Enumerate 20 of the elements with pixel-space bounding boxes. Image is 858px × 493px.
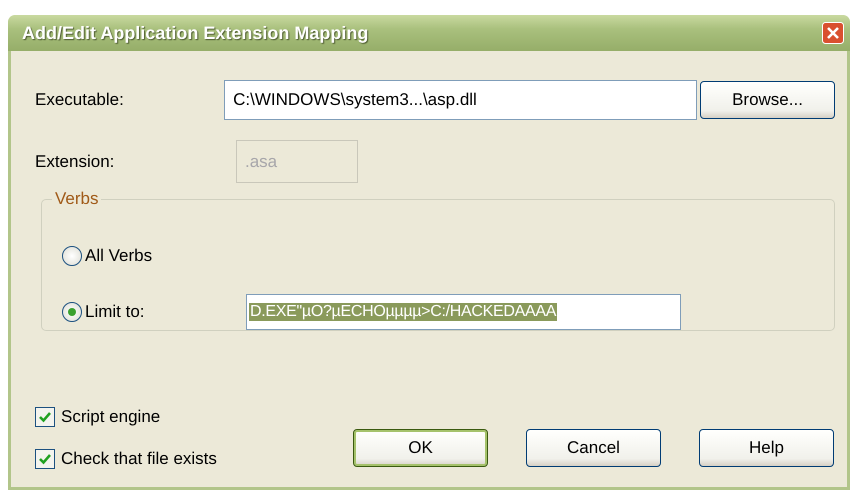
checkbox[interactable]: [35, 449, 55, 469]
selected-text: D.EXE"µO?µECHOµµµµ>C:/HACKEDAAAA: [249, 303, 558, 321]
close-icon[interactable]: [822, 22, 844, 44]
checkbox-label[interactable]: Check that file exists: [61, 449, 217, 469]
extension-label: Extension:: [35, 152, 116, 172]
executable-label: Executable:: [35, 90, 125, 110]
checkmark-icon: [38, 452, 52, 466]
dialog-button[interactable]: Cancel: [526, 429, 661, 467]
radio-label[interactable]: All Verbs: [85, 246, 243, 266]
browse-button[interactable]: Browse...: [700, 81, 835, 119]
checkmark-icon: [38, 410, 52, 424]
checkbox[interactable]: [35, 407, 55, 427]
executable-field[interactable]: C:\WINDOWS\system3...\asp.dll: [224, 80, 697, 120]
dialog-button[interactable]: Help: [699, 429, 834, 467]
dialog-button[interactable]: OK: [353, 429, 488, 467]
window-title: Add/Edit Application Extension Mapping: [22, 22, 368, 44]
checkbox-label[interactable]: Script engine: [61, 407, 160, 427]
radio-label[interactable]: Limit to:: [85, 302, 243, 322]
radio-button[interactable]: [62, 246, 82, 266]
radio-button[interactable]: [62, 302, 82, 322]
